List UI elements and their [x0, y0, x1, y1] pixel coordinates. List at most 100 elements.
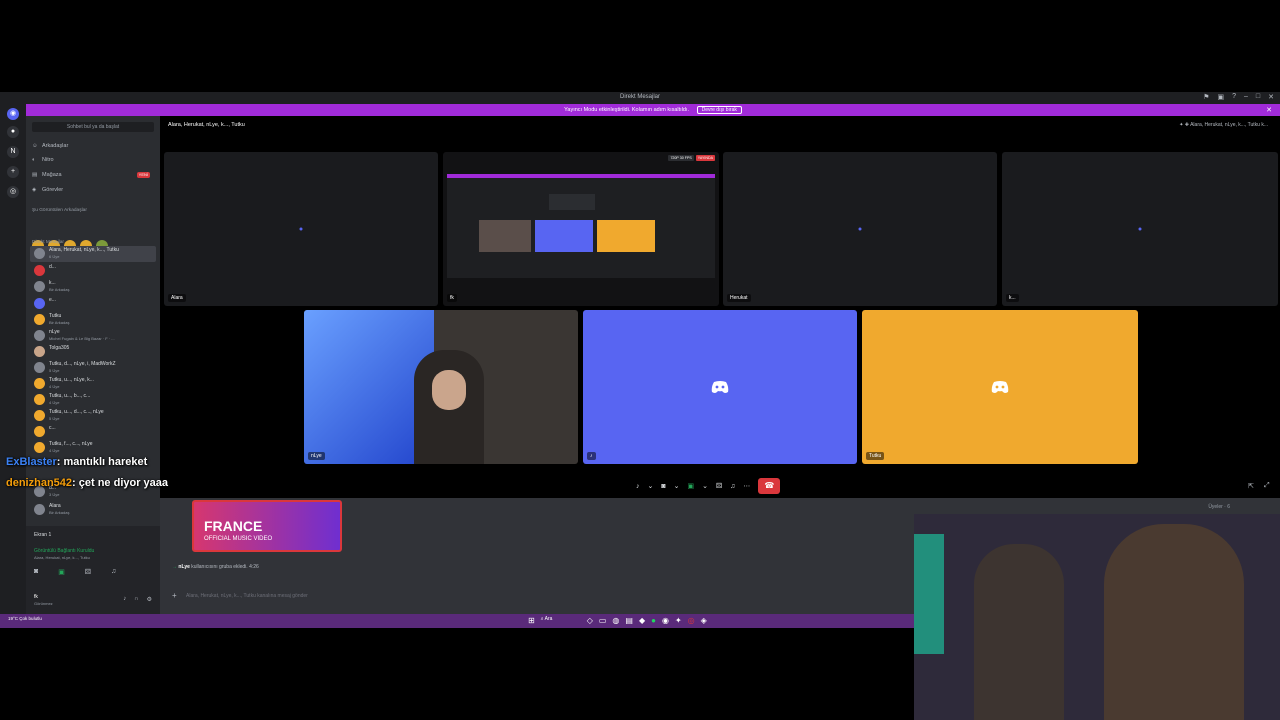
app-icon[interactable]: ◈ [701, 616, 707, 625]
message-input[interactable]: Alara, Herukat, nLye, k..., Tutku kanalı… [168, 590, 908, 602]
spotify-icon[interactable]: ● [651, 616, 656, 625]
maximize-button[interactable]: □ [1256, 93, 1260, 101]
close-button[interactable]: ✕ [1268, 93, 1274, 101]
fullscreen-icon[interactable]: ⤢ [1264, 482, 1270, 490]
person-right [1104, 524, 1244, 720]
task-view-icon[interactable]: ▭ [599, 616, 607, 625]
dm-item[interactable]: d... [30, 263, 156, 279]
avatar [34, 281, 45, 292]
dm-item[interactable]: c... [30, 424, 156, 440]
participant-name: fk [447, 294, 457, 302]
avatar [34, 394, 45, 405]
chevron-down-icon[interactable]: ⌄ [674, 482, 680, 490]
call-header: Alara, Herukat, nLye, k..., Tutku ✦ ✚ Al… [160, 116, 1280, 136]
dm-item[interactable]: Tutku, u..., b..., c... 4 Üye [30, 392, 156, 408]
dm-item[interactable]: Alara, Herukat, nLye, k..., Tutku 6 Üye [30, 246, 156, 262]
more-icon[interactable]: ⋯ [743, 482, 750, 490]
dm-item[interactable]: e... [30, 296, 156, 312]
browser-icon[interactable]: ◍ [612, 616, 619, 625]
taskbar-search[interactable]: ⌕ Ara [541, 616, 581, 625]
screen-share-tile[interactable]: 720P 30 FPS YAYINDA fk [443, 152, 719, 306]
participant-name: nLye [308, 452, 325, 460]
embed-subtitle: OFFICIAL MUSIC VIDEO [204, 536, 273, 542]
popout-icon[interactable]: ⇱ [1248, 482, 1254, 490]
file-explorer-icon[interactable]: ▤ [625, 616, 633, 625]
dm-item[interactable]: Tolga305 [30, 344, 156, 360]
avatar-tile[interactable]: Tutku [862, 310, 1138, 464]
stream-chat-line: denizhan542: çet ne diyor yaaa [6, 477, 168, 489]
header-right-label: Alara, Herukat, nLye, k..., Tutku k... [1190, 122, 1268, 128]
username[interactable]: fk [34, 594, 38, 600]
avatar [34, 265, 45, 276]
participant-tile[interactable]: Alara [164, 152, 438, 306]
nav-friends[interactable]: ☺ Arkadaşlar [32, 140, 154, 152]
inbox-icon[interactable]: ▣ [1217, 93, 1224, 101]
nitro-icon: ◐ [32, 157, 36, 163]
activities-icon[interactable]: ⚄ [716, 482, 722, 490]
add-server-icon[interactable]: + [7, 166, 19, 178]
find-conversation-input[interactable]: Sohbet bul ya da başlat [32, 122, 154, 132]
participant-tile[interactable]: Herukat [723, 152, 997, 306]
nav-quests[interactable]: ◈ Görevler [32, 184, 154, 196]
camera-tile[interactable]: nLye [304, 310, 578, 464]
dm-item[interactable]: Tutku, f..., c..., nLye 4 Üye [30, 440, 156, 456]
friends-icon: ☺ [32, 143, 38, 149]
chevron-down-icon[interactable]: ⌄ [702, 482, 708, 490]
minimize-button[interactable]: – [1244, 93, 1248, 101]
screen-share-icon[interactable]: ▣ [58, 568, 65, 576]
quests-icon: ◈ [32, 187, 37, 193]
activities-icon[interactable]: ⚄ [85, 568, 91, 576]
headphones-icon[interactable]: ∩ [134, 596, 138, 603]
dm-item[interactable]: Tutku, u..., nLye, k... 4 Üye [30, 376, 156, 392]
soundboard-icon[interactable]: ♫ [730, 483, 735, 490]
camera-icon[interactable]: ◙ [34, 568, 38, 576]
home-icon[interactable]: ◉ [7, 108, 19, 120]
nav-nitro[interactable]: ◐ Nitro [32, 154, 154, 166]
windows-start-icon[interactable]: ⊞ [528, 616, 535, 625]
video-embed-thumbnail[interactable]: FRANCE OFFICIAL MUSIC VIDEO [192, 500, 342, 552]
dm-item[interactable]: Alara Bir Arkadaş [30, 502, 156, 518]
dm-item[interactable]: Tutku, u..., d..., c..., nLye 5 Üye [30, 408, 156, 424]
disable-streamer-mode-button[interactable]: Devre dışı bırak [696, 106, 742, 114]
window-controls: ⚑ ▣ ? – □ ✕ [1203, 93, 1274, 101]
end-call-icon[interactable]: ☎ [758, 478, 781, 494]
weather-widget[interactable]: 19°C Çok bulutlu [8, 616, 42, 621]
voice-connection-panel: Ekran 1 Görüntülü Bağlantı Kuruldu Alara… [26, 526, 160, 590]
shop-icon: ▤ [32, 172, 38, 178]
avatar-tile[interactable]: ♪ [583, 310, 857, 464]
pin-icon[interactable]: ⚑ [1203, 93, 1209, 101]
app-icon[interactable]: ✦ [675, 616, 682, 625]
app-icon[interactable]: ◆ [639, 616, 645, 625]
app-icon[interactable]: ◎ [688, 616, 695, 625]
mic-icon[interactable]: ♪ [636, 483, 640, 490]
dm-item[interactable]: Tutku Bir Arkadaş [30, 312, 156, 328]
avatar [34, 330, 45, 341]
add-attachment-icon[interactable]: + [172, 591, 177, 600]
camera-icon[interactable]: ◙ [661, 483, 665, 490]
server-icon[interactable]: ● [7, 126, 19, 138]
widgets-icon[interactable]: ◇ [587, 616, 593, 625]
dm-item[interactable]: nLye Michel Fugain & Le Big Bazar · F · .… [30, 328, 156, 344]
chevron-down-icon[interactable]: ⌄ [648, 482, 654, 490]
members-label: Üyeler · 6 [1208, 504, 1230, 510]
dm-item[interactable]: Tutku, d..., nLye, i, MadWorkZ 5 Üye [30, 360, 156, 376]
mic-icon[interactable]: ♪ [123, 596, 126, 603]
discord-logo-icon [991, 381, 1009, 393]
dm-item[interactable]: k... Bir Arkadaş [30, 279, 156, 295]
message-author[interactable]: nLye [178, 564, 189, 570]
soundboard-icon[interactable]: ♫ [111, 568, 116, 576]
voice-connected-status[interactable]: Görüntülü Bağlantı Kuruldu [34, 548, 94, 554]
chat-username: ExBlaster [6, 456, 57, 468]
screen-share-icon[interactable]: ▣ [687, 482, 694, 490]
window-title: Direkt Mesajlar [619, 94, 660, 100]
banner-close-icon[interactable]: ✕ [1266, 106, 1272, 114]
voice-panel-buttons: ◙ ▣ ⚄ ♫ [34, 568, 116, 576]
app-icon[interactable]: ◉ [662, 616, 669, 625]
nav-shop[interactable]: ▤ Mağaza YENİ [32, 169, 154, 181]
stream-chat-line: ExBlaster: mantıklı hareket [6, 456, 147, 468]
discover-icon[interactable]: ◎ [7, 186, 19, 198]
gear-icon[interactable]: ⚙ [147, 596, 152, 603]
help-icon[interactable]: ? [1232, 93, 1236, 101]
participant-tile[interactable]: k... [1002, 152, 1278, 306]
server-n-icon[interactable]: N [7, 146, 19, 158]
